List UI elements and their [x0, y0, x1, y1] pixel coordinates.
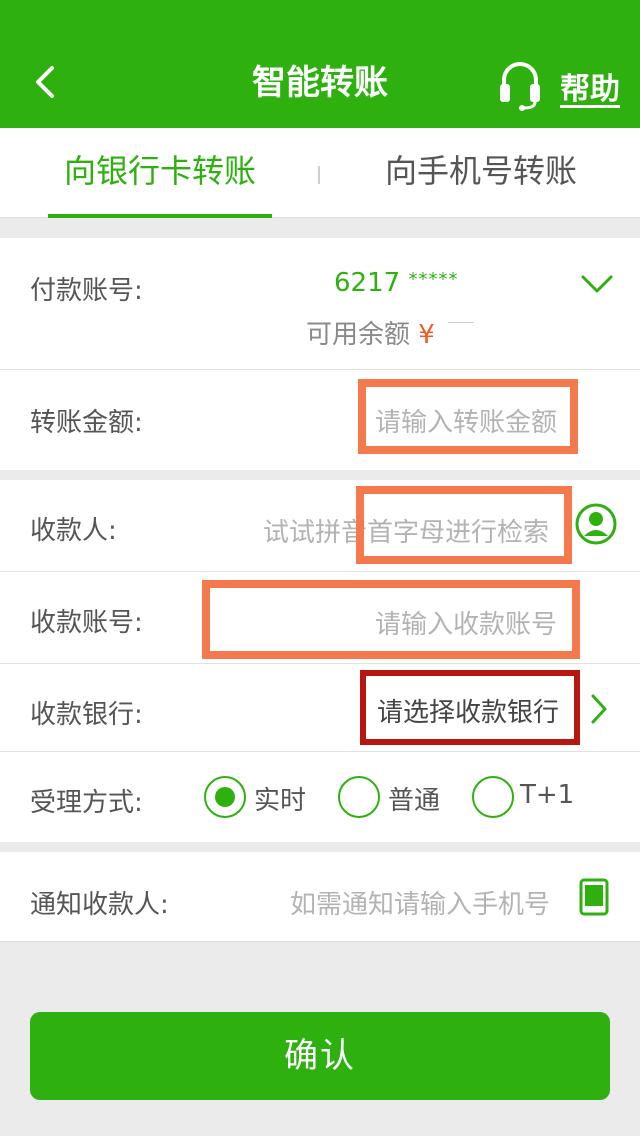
radio-realtime[interactable] [204, 776, 246, 818]
tab-divider [318, 166, 320, 184]
radio-normal[interactable] [338, 776, 380, 818]
help-link[interactable]: 帮助 [560, 64, 620, 108]
page-title: 智能转账 [252, 63, 388, 103]
notify-phone-input[interactable]: 如需通知请输入手机号 [290, 884, 550, 921]
payee-name-label: 收款人: [30, 516, 117, 546]
balance-label: 可用余额 [306, 320, 411, 350]
chevron-right-icon[interactable] [588, 692, 610, 726]
balance-value-placeholder [448, 322, 474, 323]
highlight-amount-input [358, 379, 578, 454]
radio-t-plus-1[interactable] [472, 776, 514, 818]
payment-account-number: 6217 ***** [334, 268, 458, 298]
account-number-mask: ***** [408, 269, 459, 290]
tab-bank-card-transfer[interactable]: 向银行卡转账 [48, 128, 272, 218]
payee-account-label: 收款账号: [30, 608, 143, 638]
radio-normal-label[interactable]: 普通 [388, 780, 440, 817]
account-number-prefix: 6217 [334, 268, 401, 298]
confirm-button[interactable]: 确认 [30, 1012, 610, 1100]
payment-account-label: 付款账号: [30, 276, 143, 306]
tab-phone-transfer[interactable]: 向手机号转账 [374, 128, 588, 218]
transfer-tabs: 向银行卡转账 向手机号转账 [0, 128, 640, 218]
transfer-amount-label: 转账金额: [30, 408, 143, 438]
back-button[interactable] [22, 52, 72, 112]
chevron-down-icon[interactable] [580, 272, 614, 296]
available-balance: 可用余额 ¥ [306, 314, 435, 351]
mobile-phone-icon[interactable] [578, 878, 610, 916]
app-header: 智能转账 帮助 [0, 0, 640, 128]
highlight-bank-select [360, 670, 580, 745]
notify-payee-label: 通知收款人: [30, 890, 169, 920]
highlight-payee-input [356, 486, 572, 564]
radio-t-plus-1-label[interactable]: T+1 [520, 780, 574, 810]
payee-bank-label: 收款银行: [30, 700, 143, 730]
balance-currency: ¥ [418, 320, 435, 350]
notify-panel: 通知收款人: 如需通知请输入手机号 [0, 852, 640, 942]
radio-selected-dot [215, 787, 235, 807]
radio-realtime-label[interactable]: 实时 [254, 780, 306, 817]
contact-person-icon[interactable] [574, 502, 618, 546]
processing-method-row: 受理方式: 实时 普通 T+1 [0, 752, 640, 842]
processing-method-label: 受理方式: [30, 788, 143, 818]
headset-icon [500, 62, 540, 111]
payment-account-row[interactable]: 付款账号: 6217 ***** 可用余额 ¥ [0, 238, 640, 370]
chevron-left-icon [36, 66, 54, 98]
highlight-account-input [202, 580, 580, 659]
